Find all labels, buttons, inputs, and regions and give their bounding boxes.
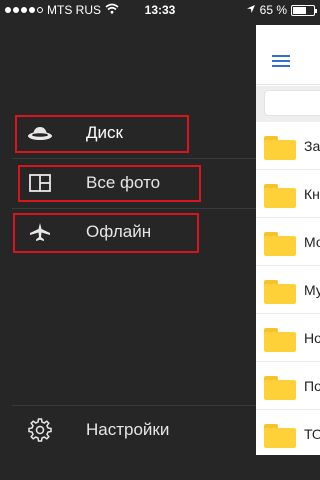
highlight-box-all-photos [18,165,201,202]
hamburger-menu-icon[interactable] [272,55,290,67]
search-area [256,86,320,122]
highlight-box-offline [13,213,199,253]
sidebar-menu: Диск Все фото Офлайн Настройки [0,0,268,480]
file-row[interactable]: Кн [256,170,320,218]
menu-item-settings[interactable]: Настройки [12,410,169,450]
highlight-box-disk [15,115,189,153]
content-header [256,25,320,85]
folder-icon [264,280,296,304]
battery-icon [291,4,317,16]
search-input[interactable] [264,90,320,116]
menu-item-settings-label: Настройки [86,420,170,439]
file-name: По [304,378,320,394]
folder-icon [264,136,296,160]
folder-icon [264,232,296,256]
file-row[interactable]: По [256,362,320,410]
gear-icon [24,418,56,442]
file-name: За [304,138,320,154]
battery-fill [293,6,306,14]
file-row[interactable]: Му [256,266,320,314]
file-name: Му [304,282,320,298]
folder-icon [264,376,296,400]
screen: MTS RUS 13:33 65 % Диск Все фото Офлайн … [0,0,320,480]
file-name: Но [304,330,320,346]
file-name: ТО [304,426,320,442]
file-name: Мо [304,234,320,250]
file-name: Кн [304,186,320,202]
file-row[interactable]: Но [256,314,320,362]
file-row[interactable]: Мо [256,218,320,266]
menu-separator [12,208,268,209]
menu-separator [12,158,268,159]
file-row[interactable]: За [256,122,320,170]
folder-icon [264,184,296,208]
folder-icon [264,328,296,352]
file-list-panel: За Кн Мо Му Но По ТО [256,25,320,455]
folder-icon [264,424,296,448]
file-row[interactable]: ТО [256,410,320,455]
menu-separator [12,405,268,406]
